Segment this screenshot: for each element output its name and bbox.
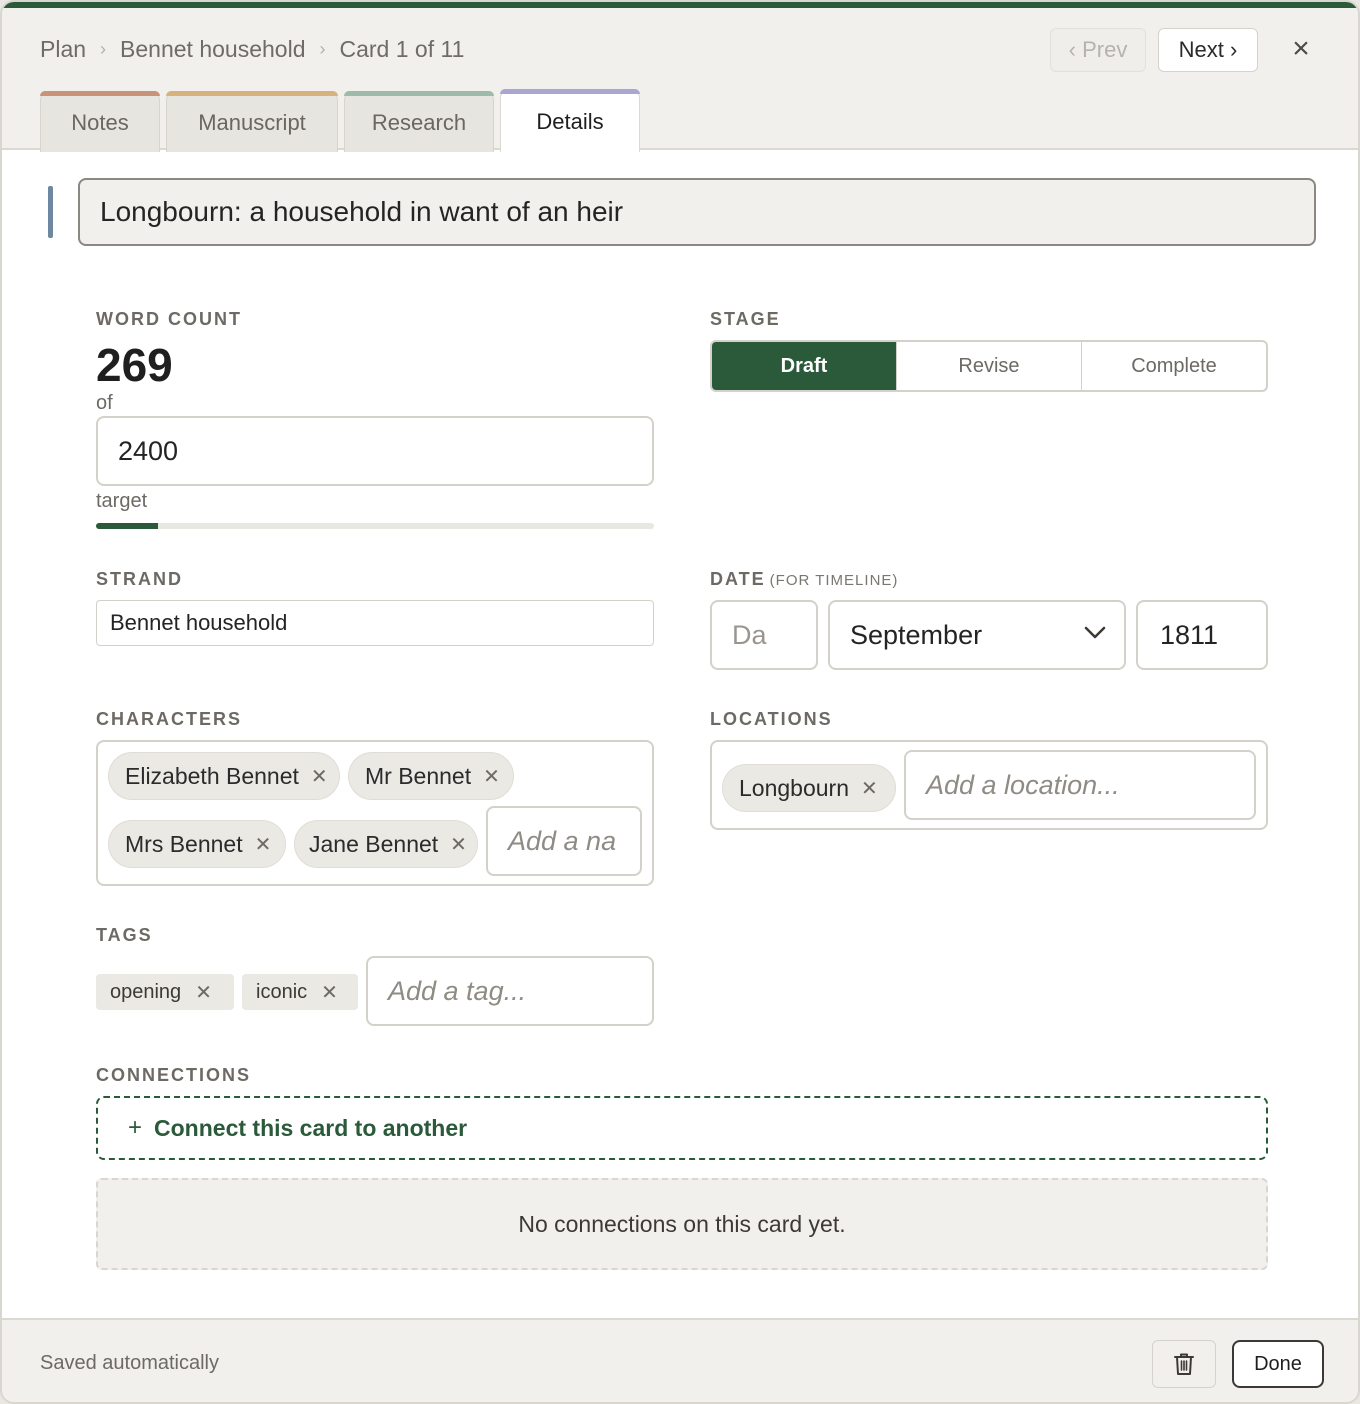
tag-add-input[interactable]: Add a tag... [366, 956, 654, 1026]
chevron-right-icon: › [100, 39, 107, 59]
tab-notes[interactable]: Notes [40, 91, 160, 152]
tag-chip: iconic ✕ [242, 974, 358, 1010]
stage-complete-button[interactable]: Complete [1082, 342, 1266, 390]
chip-label: opening [110, 980, 182, 1003]
breadcrumb-plan[interactable]: Plan [40, 36, 86, 63]
tab-details[interactable]: Details [500, 89, 640, 155]
chip-label: Longbourn [739, 774, 849, 801]
character-chip: Mrs Bennet ✕ [108, 820, 286, 868]
character-placeholder: Add a na [508, 825, 617, 856]
card-title-input[interactable]: Longbourn: a household in want of an hei… [78, 178, 1316, 246]
chip-label: Mrs Bennet [125, 830, 243, 857]
remove-icon[interactable]: ✕ [311, 764, 328, 789]
day-placeholder: Da [732, 619, 767, 650]
modal-footer: Saved automatically Done [2, 1318, 1358, 1402]
character-add-input[interactable]: Add a na [486, 806, 642, 876]
stage-revise-button[interactable]: Revise [897, 342, 1082, 390]
character-chip: Mr Bennet ✕ [348, 752, 514, 800]
tab-color-band [344, 91, 494, 96]
date-label: Date (for timeline) [710, 569, 898, 590]
progress-fill [96, 523, 159, 529]
tab-color-band [166, 91, 338, 96]
strand-label: Strand [96, 569, 183, 589]
date-label-text: Date [710, 569, 766, 589]
remove-icon[interactable]: ✕ [195, 980, 212, 1005]
tab-label: Research [371, 109, 467, 135]
remove-icon[interactable]: ✕ [861, 776, 878, 801]
target-input[interactable]: 2400 [96, 416, 654, 486]
characters-field: Elizabeth Bennet ✕ Mr Bennet ✕ Mrs Bennet ✕… [96, 740, 654, 886]
connections-label: Connections [96, 1065, 252, 1085]
chevron-down-icon [1084, 626, 1106, 639]
word-count-value: 269 [96, 339, 173, 391]
tag-chip: opening ✕ [96, 974, 234, 1010]
breadcrumb-strand[interactable]: Bennet household [120, 36, 305, 63]
strand-input[interactable]: Bennet household [96, 600, 654, 646]
word-count-of-text: of [96, 392, 113, 414]
stage-label: Stage [710, 309, 781, 329]
connect-label: Connect this card to another [154, 1114, 468, 1141]
location-chip: Longbourn ✕ [722, 764, 896, 812]
tab-label: Manuscript [198, 109, 306, 135]
tab-color-band [500, 89, 640, 94]
location-placeholder: Add a location... [926, 769, 1120, 800]
character-chip: Elizabeth Bennet ✕ [108, 752, 340, 800]
connect-card-button[interactable]: + Connect this card to another [96, 1096, 1268, 1160]
date-month-select[interactable]: September [828, 600, 1126, 670]
title-accent-bar [48, 186, 53, 238]
tab-color-band [40, 91, 160, 96]
tags-label: Tags [96, 925, 153, 945]
chip-label: iconic [256, 980, 308, 1003]
character-chip: Jane Bennet ✕ [294, 820, 478, 868]
chip-label: Elizabeth Bennet [125, 762, 299, 789]
delete-button[interactable] [1152, 1340, 1216, 1388]
tab-label: Notes [71, 109, 129, 135]
stage-segmented-control: Draft Revise Complete [710, 340, 1268, 392]
next-button[interactable]: Next › [1158, 28, 1258, 72]
chevron-right-icon: › [319, 39, 326, 59]
trash-icon [1174, 1353, 1194, 1375]
date-year-input[interactable]: 1811 [1136, 600, 1268, 670]
remove-icon[interactable]: ✕ [450, 832, 467, 857]
locations-label: Locations [710, 709, 833, 729]
remove-icon[interactable]: ✕ [321, 980, 338, 1005]
chip-label: Jane Bennet [309, 830, 439, 857]
locations-field: Longbourn ✕ Add a location... [710, 740, 1268, 830]
breadcrumb-card: Card 1 of 11 [339, 36, 465, 62]
remove-icon[interactable]: ✕ [483, 764, 500, 789]
characters-label: Characters [96, 709, 242, 729]
chip-label: Mr Bennet [365, 762, 472, 789]
tab-research[interactable]: Research [344, 91, 494, 152]
month-value: September [850, 619, 983, 650]
plus-icon: + [128, 1114, 143, 1141]
word-count-label: Word count [96, 309, 242, 329]
target-label: target [96, 490, 148, 512]
connections-empty-state: No connections on this card yet. [96, 1178, 1268, 1270]
prev-button[interactable]: ‹ Prev [1050, 28, 1146, 72]
tag-placeholder: Add a tag... [388, 975, 527, 1006]
modal-header: Plan › Bennet household › Card 1 of 11 ‹… [2, 8, 1358, 155]
breadcrumb: Plan › Bennet household › Card 1 of 11 [40, 36, 464, 63]
remove-icon[interactable]: ✕ [255, 832, 272, 857]
tab-label: Details [536, 108, 604, 134]
close-icon[interactable]: × [1284, 32, 1318, 66]
word-count-progress [96, 523, 654, 529]
tab-manuscript[interactable]: Manuscript [166, 91, 338, 152]
stage-draft-button[interactable]: Draft [712, 342, 897, 390]
card-details-modal: Plan › Bennet household › Card 1 of 11 ‹… [0, 0, 1360, 1404]
date-sublabel: (for timeline) [769, 572, 899, 589]
date-day-input[interactable]: Da [710, 600, 818, 670]
save-status: Saved automatically [40, 1352, 219, 1374]
location-add-input[interactable]: Add a location... [904, 750, 1256, 820]
done-button[interactable]: Done [1232, 1340, 1324, 1388]
